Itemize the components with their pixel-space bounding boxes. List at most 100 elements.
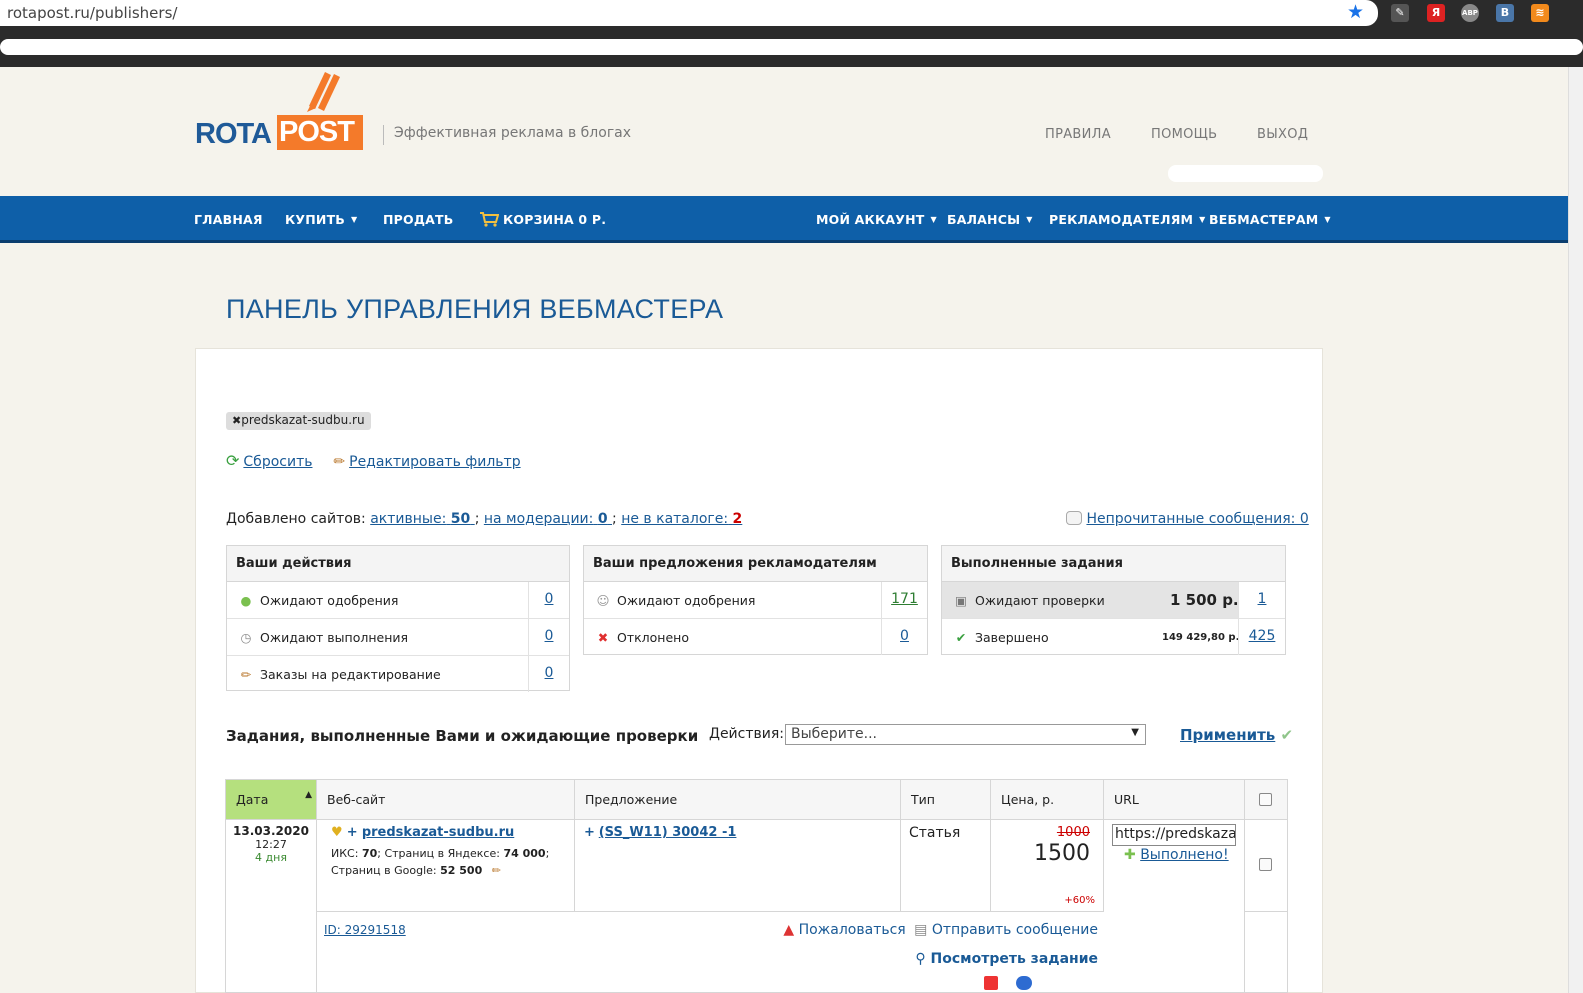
row-label: Ожидают проверки [975, 593, 1105, 608]
header-search-pill[interactable] [1168, 165, 1323, 182]
table-row-price-cell: 1000 1500 +60% [991, 820, 1104, 912]
google-icon[interactable] [1016, 976, 1032, 990]
select-all-checkbox[interactable] [1259, 793, 1272, 806]
apply-link[interactable]: Применить [1180, 726, 1275, 744]
moderation-sites-link[interactable]: на модерации: 0 [484, 511, 612, 527]
view-task-link[interactable]: Посмотреть задание [931, 951, 1098, 967]
moderation-sites-count: 0 [597, 511, 608, 527]
chevron-down-icon: ▼ [1324, 215, 1331, 224]
address-text[interactable]: rotapost.ru/publishers/ [7, 4, 177, 22]
edit-filter-link[interactable]: Редактировать фильтр [349, 454, 520, 470]
nav-advertisers[interactable]: РЕКЛАМОДАТЕЛЯМ ▼ [1049, 212, 1206, 227]
nav-cart[interactable]: КОРЗИНА 0 Р. [479, 212, 606, 227]
table-row-website-cell: ♥ + predskazat-sudbu.ru ИКС: 70; Страниц… [317, 820, 575, 912]
complain-link[interactable]: Пожаловаться [799, 922, 906, 938]
col-header-website: Веб-сайт [317, 780, 575, 820]
help-link[interactable]: ПОМОЩЬ [1151, 127, 1217, 142]
actions-label: Действия: [709, 726, 784, 742]
list-item: ▣ Ожидают проверки 1 500 р. 1 [942, 582, 1285, 619]
nav-account-label: МОЙ АККАУНТ [816, 212, 925, 227]
scrollbar[interactable] [1568, 67, 1583, 993]
active-sites-count: 50 [450, 511, 471, 527]
list-item: ◷ Ожидают выполнения 0 [227, 619, 569, 656]
pending-execution-count[interactable]: 0 [545, 628, 554, 644]
list-item: ✖ Отклонено 0 [584, 619, 927, 656]
offers-box: Ваши предложения рекламодателям ☺ Ожидают… [583, 545, 928, 655]
col-header-type: Тип [901, 780, 991, 820]
nav-cart-label: КОРЗИНА 0 Р. [503, 212, 607, 227]
actions-select[interactable]: Выберите... ▼ [785, 724, 1146, 745]
expand-icon[interactable]: + [584, 825, 595, 840]
col-header-offer: Предложение [575, 780, 901, 820]
offers-rejected-count[interactable]: 0 [900, 628, 909, 644]
sort-asc-icon: ▲ [305, 790, 312, 800]
edit-orders-count[interactable]: 0 [545, 665, 554, 681]
offer-link[interactable]: (SS_W11) 30042 -1 [599, 825, 737, 840]
apply-action: Применить ✔ [1180, 726, 1293, 744]
filter-chip[interactable]: ✖predskazat-sudbu.ru [226, 412, 371, 430]
remove-filter-icon[interactable]: ✖ [232, 414, 241, 427]
vk-icon[interactable]: B [1496, 4, 1514, 22]
page-title: ПАНЕЛЬ УПРАВЛЕНИЯ ВЕБМАСТЕРА [226, 294, 724, 324]
chevron-down-icon: ▼ [930, 215, 937, 224]
nav-sell[interactable]: ПРОДАТЬ [383, 212, 454, 227]
chevron-down-icon: ▼ [351, 215, 358, 224]
active-sites-link[interactable]: активные: 50 [370, 511, 474, 527]
actions-select-value: Выберите... [791, 726, 878, 742]
reset-filter-link[interactable]: Сбросить [243, 454, 312, 470]
checkmark-icon: ✔ [955, 630, 967, 645]
logo-pencil-icon [307, 72, 340, 112]
task-id-link[interactable]: ID: 29291518 [324, 923, 406, 937]
pending-approval-icon: ● [240, 593, 252, 608]
row-label: Заказы на редактирование [260, 667, 441, 682]
not-catalog-sites-label: не в каталоге: [621, 511, 729, 527]
nav-advertisers-label: РЕКЛАМОДАТЕЛЯМ [1049, 212, 1194, 227]
list-item: ✔ Завершено 149 429,80 р. 425 [942, 619, 1285, 656]
filter-chip-label: predskazat-sudbu.ru [241, 413, 365, 427]
task-date: 13.03.2020 [233, 824, 309, 838]
task-age: 4 дня [255, 851, 287, 864]
address-bar[interactable]: rotapost.ru/publishers/ ★ [0, 0, 1378, 26]
completed-count[interactable]: 425 [1249, 628, 1276, 644]
clock-icon: ◷ [240, 630, 252, 645]
send-message-link[interactable]: Отправить сообщение [932, 922, 1098, 938]
your-actions-title: Ваши действия [227, 546, 569, 582]
pending-approval-count[interactable]: 0 [545, 591, 554, 607]
completed-tasks-title: Выполненные задания [942, 546, 1285, 582]
unread-messages-link[interactable]: Непрочитанные сообщения: 0 [1086, 511, 1308, 527]
rss-icon[interactable]: ≋ [1531, 4, 1549, 22]
row-checkbox[interactable] [1259, 858, 1272, 871]
not-catalog-sites-link[interactable]: не в каталоге: 2 [621, 511, 742, 527]
review-icon: ▣ [955, 593, 967, 608]
tasks-section-title: Задания, выполненные Вами и ожидающие пр… [226, 727, 699, 745]
logout-link[interactable]: ВЫХОД [1257, 127, 1308, 142]
bookmarks-strip [0, 39, 1583, 55]
url-input[interactable]: https://predskazat-sudbu.ru [1112, 824, 1236, 846]
yandex-icon[interactable] [984, 976, 998, 990]
abp-icon[interactable]: ABP [1461, 4, 1479, 22]
nav-balances[interactable]: БАЛАНСЫ ▼ [947, 212, 1033, 227]
rules-link[interactable]: ПРАВИЛА [1045, 127, 1111, 142]
col-header-url: URL [1104, 780, 1245, 820]
iks-value: 70 [361, 847, 378, 860]
offers-pending-count[interactable]: 171 [891, 591, 918, 607]
rotapost-logo[interactable]: ROTA POST [195, 68, 370, 153]
mark-done-link[interactable]: Выполнено! [1140, 847, 1228, 863]
expand-icon[interactable]: + [347, 825, 358, 840]
awaiting-review-count[interactable]: 1 [1258, 591, 1267, 607]
nav-account[interactable]: МОЙ АККАУНТ ▼ [816, 212, 937, 227]
pen-icon[interactable]: ✎ [1391, 4, 1409, 22]
completed-tasks-box: Выполненные задания ▣ Ожидают проверки 1 … [941, 545, 1286, 655]
yandex-icon[interactable]: Я [1427, 4, 1445, 22]
offers-title: Ваши предложения рекламодателям [584, 546, 927, 582]
nav-webmasters[interactable]: ВЕБМАСТЕРАМ ▼ [1209, 212, 1331, 227]
site-link[interactable]: predskazat-sudbu.ru [362, 825, 514, 840]
col-header-label: Дата [236, 792, 269, 807]
bookmark-star-icon[interactable]: ★ [1347, 1, 1364, 23]
nav-home[interactable]: ГЛАВНАЯ [194, 212, 263, 227]
nav-buy[interactable]: КУПИТЬ ▼ [285, 212, 357, 227]
edit-site-icon[interactable]: ✏ [492, 864, 501, 877]
col-header-date[interactable]: Дата ▲ [226, 780, 317, 820]
col-header-price: Цена, р. [991, 780, 1104, 820]
completed-amount: 149 429,80 р. [1162, 632, 1240, 643]
